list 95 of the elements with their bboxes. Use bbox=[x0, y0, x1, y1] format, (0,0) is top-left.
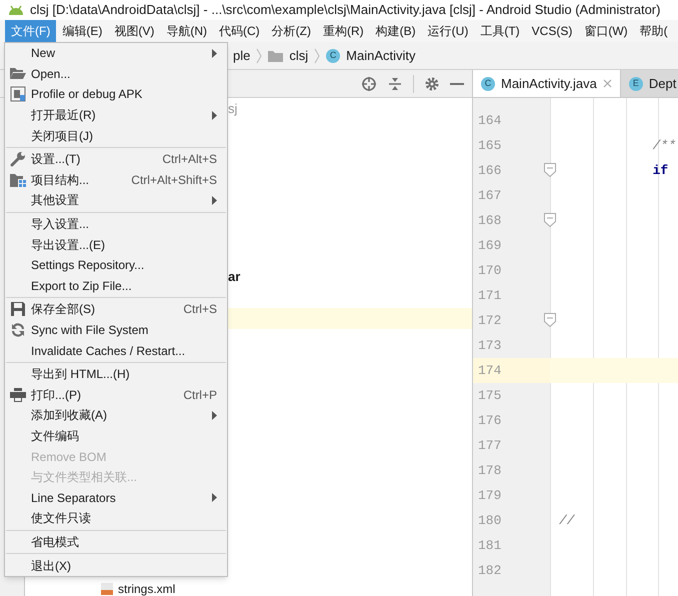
folder-icon bbox=[10, 67, 26, 80]
line-number: 173 bbox=[477, 336, 502, 355]
menu-item[interactable]: 重构(R) bbox=[317, 20, 370, 42]
breadcrumb-item[interactable]: ple bbox=[233, 46, 250, 66]
fold-icon[interactable] bbox=[544, 163, 556, 177]
project-structure-icon bbox=[10, 172, 26, 187]
minimize-icon[interactable] bbox=[450, 82, 464, 86]
line-number: 164 bbox=[477, 112, 502, 130]
tree-item[interactable]: strings.xml bbox=[118, 582, 176, 596]
folder-icon bbox=[268, 50, 284, 62]
collapse-icon[interactable] bbox=[387, 76, 403, 92]
menu-item[interactable]: Open... bbox=[5, 64, 227, 84]
chevron-icon bbox=[314, 48, 320, 64]
xml-file-icon bbox=[100, 582, 114, 596]
chevron-icon bbox=[256, 48, 262, 64]
line-number: 170 bbox=[477, 262, 502, 280]
breadcrumb-item[interactable]: clsj bbox=[289, 46, 308, 66]
menu-item[interactable]: Export to Zip File... bbox=[5, 276, 227, 296]
menu-item[interactable]: New bbox=[5, 43, 227, 64]
submenu-arrow-icon bbox=[212, 493, 217, 502]
menu-item[interactable]: 导出到 HTML...(H) bbox=[5, 364, 227, 384]
menu-item[interactable]: 文件编码 bbox=[5, 426, 227, 446]
menu-item[interactable]: 导入设置... bbox=[5, 214, 227, 234]
class-badge: C bbox=[326, 48, 340, 62]
menu-item[interactable]: 帮助( bbox=[634, 20, 674, 42]
line-number: 178 bbox=[477, 462, 502, 480]
submenu-arrow-icon bbox=[212, 196, 217, 205]
menu-item[interactable]: Settings Repository... bbox=[5, 254, 227, 276]
menu-item[interactable]: 运行(U) bbox=[422, 20, 474, 42]
tab-label: Dept bbox=[648, 74, 676, 93]
window-title: clsj [D:\data\AndroidData\clsj] - ...\src\com\example\clsj\MainActivity.java [clsj] - Android Studio (Administrator) bbox=[30, 1, 660, 20]
code-text: // bbox=[558, 512, 575, 530]
menu-item[interactable]: 退出(X) bbox=[5, 555, 227, 576]
refresh-icon bbox=[11, 323, 25, 338]
line-number: 181 bbox=[477, 536, 502, 555]
line-number: 171 bbox=[477, 286, 502, 305]
menu-item[interactable]: VCS(S) bbox=[526, 20, 578, 42]
menu-item[interactable]: Sync with File System bbox=[5, 320, 227, 340]
menu-item[interactable]: 视图(V) bbox=[108, 20, 160, 42]
tab-label: MainActivity.java bbox=[501, 74, 597, 93]
menu-item[interactable]: 窗口(W) bbox=[578, 20, 634, 42]
code-text: /** bbox=[652, 136, 676, 155]
menu-item[interactable]: 关闭项目(J) bbox=[5, 125, 227, 146]
menu-item[interactable]: Profile or debug APK bbox=[5, 84, 227, 105]
editor-tab[interactable]: C MainActivity.java bbox=[473, 70, 621, 97]
menu-item[interactable]: Line Separators bbox=[5, 487, 227, 508]
submenu-arrow-icon bbox=[212, 410, 217, 420]
menu-item[interactable]: 导航(N) bbox=[160, 20, 213, 42]
line-number: 166 bbox=[477, 162, 502, 180]
android-icon bbox=[8, 4, 24, 16]
class-badge: E bbox=[628, 76, 643, 90]
save-icon bbox=[11, 302, 25, 316]
menu-item[interactable]: 其他设置 bbox=[5, 190, 227, 211]
menu-item[interactable]: 分析(Z) bbox=[266, 20, 317, 42]
menu-item[interactable]: 工具(T) bbox=[474, 20, 526, 42]
line-number: 182 bbox=[477, 562, 502, 580]
line-number: 172 bbox=[477, 312, 502, 330]
apk-icon bbox=[10, 86, 26, 102]
fold-icon[interactable] bbox=[544, 213, 556, 227]
line-number: 179 bbox=[477, 486, 502, 505]
close-icon[interactable] bbox=[602, 79, 612, 88]
code-text: if bbox=[652, 162, 668, 180]
wrench-icon bbox=[10, 151, 26, 168]
locate-icon[interactable] bbox=[361, 76, 377, 92]
menu-item[interactable]: 导出设置...(E) bbox=[5, 234, 227, 255]
line-number: 165 bbox=[477, 136, 502, 155]
menu-item[interactable]: 省电模式 bbox=[5, 532, 227, 552]
fold-icon[interactable] bbox=[544, 313, 556, 327]
menu-item[interactable]: 项目结构... Ctrl+Alt+Shift+S bbox=[5, 170, 227, 190]
menu-item[interactable]: 使文件只读 bbox=[5, 508, 227, 529]
submenu-arrow-icon bbox=[212, 48, 217, 58]
line-number: 168 bbox=[477, 212, 502, 230]
line-number: 176 bbox=[477, 412, 502, 430]
breadcrumb-item[interactable]: MainActivity bbox=[346, 46, 416, 66]
line-number: 175 bbox=[477, 386, 502, 405]
printer-icon bbox=[10, 388, 26, 402]
tree-item[interactable]: ar bbox=[228, 266, 240, 286]
menu-item[interactable]: 保存全部(S) Ctrl+S bbox=[5, 299, 227, 320]
line-number: 174 bbox=[477, 362, 502, 380]
menu-item[interactable]: 添加到收藏(A) bbox=[5, 405, 227, 426]
menu-item[interactable]: 设置...(T) Ctrl+Alt+S bbox=[5, 148, 227, 170]
class-badge: C bbox=[481, 76, 495, 90]
menu-item[interactable]: Invalidate Caches / Restart... bbox=[5, 340, 227, 361]
menu-item[interactable]: 打印...(P) Ctrl+P bbox=[5, 384, 227, 406]
line-number: 169 bbox=[477, 236, 502, 255]
submenu-arrow-icon bbox=[212, 110, 217, 120]
line-number: 177 bbox=[477, 436, 502, 455]
menu-item[interactable]: 打开最近(R) bbox=[5, 104, 227, 126]
menu-item[interactable]: 代码(C) bbox=[213, 20, 266, 42]
menu-item[interactable]: 编辑(E) bbox=[56, 20, 108, 42]
settings-icon[interactable] bbox=[424, 76, 440, 92]
menu-item[interactable]: 构建(B) bbox=[370, 20, 422, 42]
line-number: 167 bbox=[477, 186, 502, 205]
line-number: 180 bbox=[477, 512, 502, 530]
editor-tab[interactable]: E Dept bbox=[620, 70, 678, 97]
